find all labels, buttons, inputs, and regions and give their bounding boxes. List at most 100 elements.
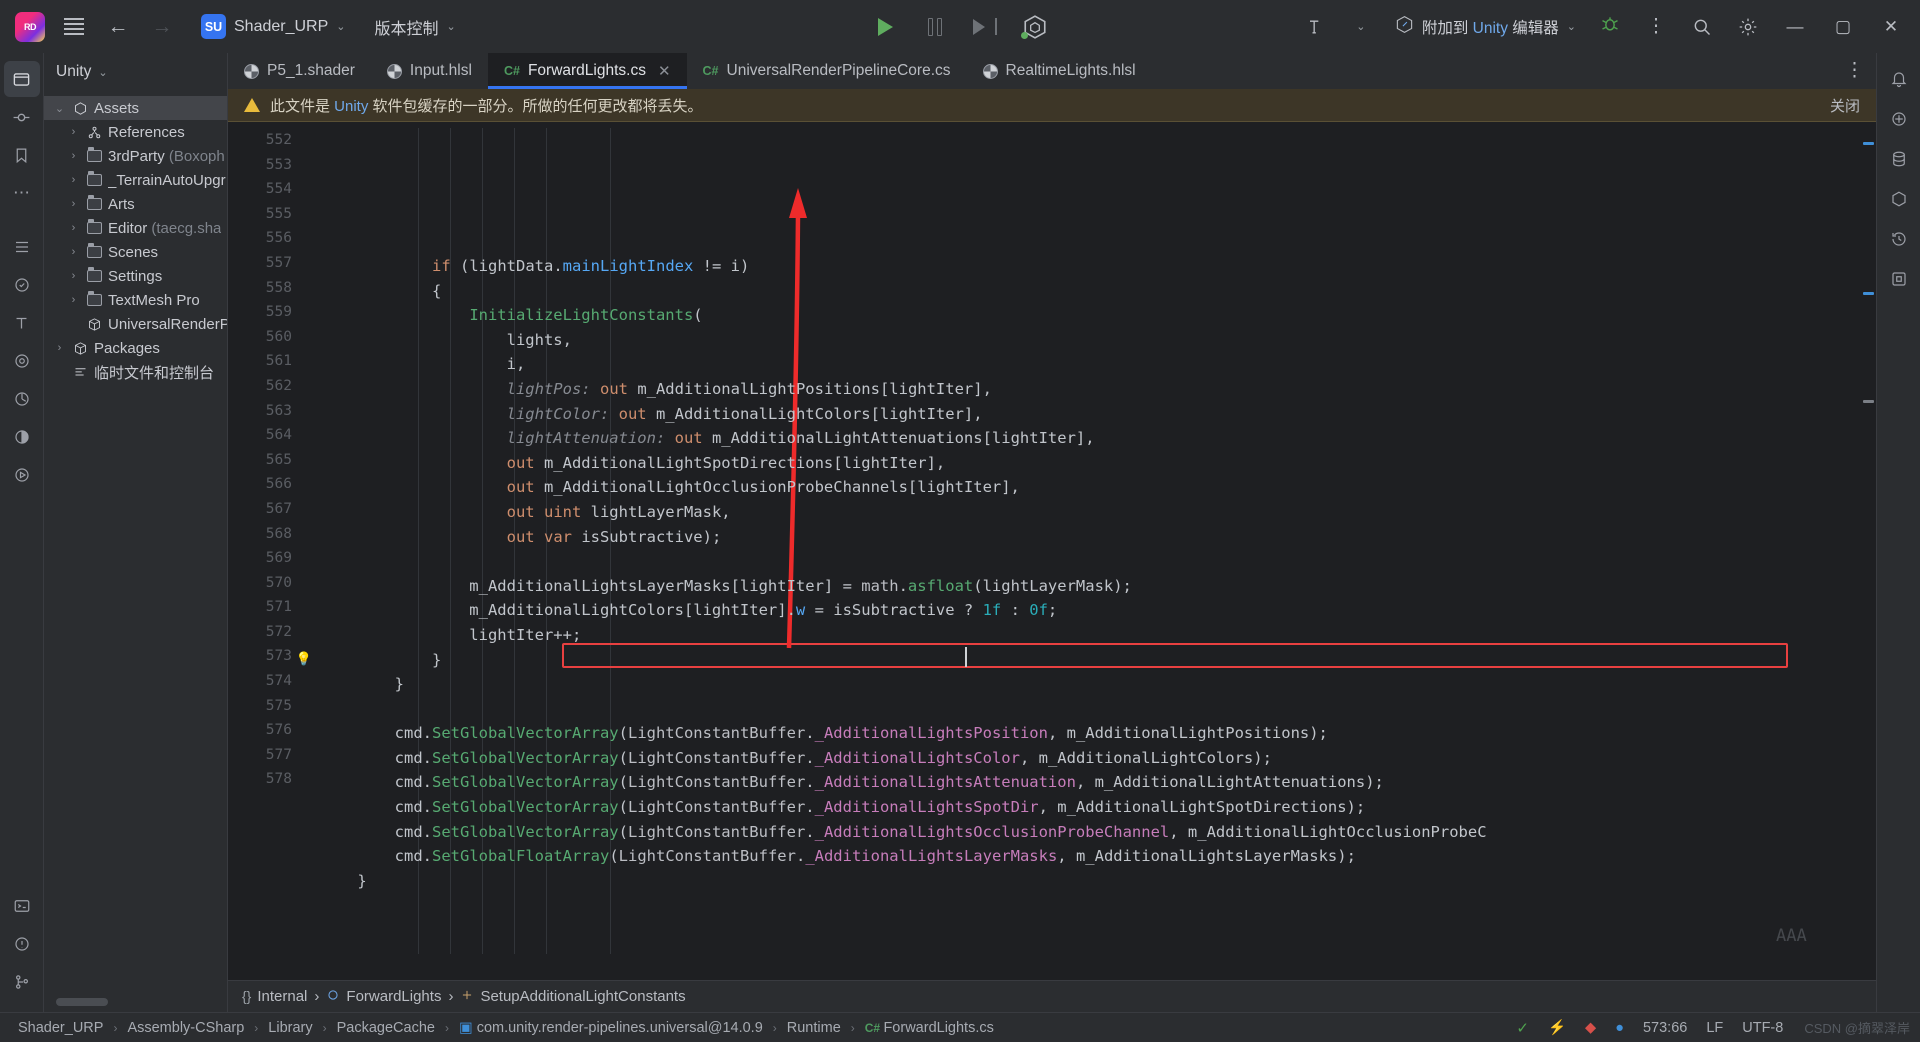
tree-item-scenes[interactable]: › Scenes bbox=[44, 240, 227, 264]
build-hammer-icon[interactable] bbox=[1293, 5, 1337, 49]
step-over-button[interactable] bbox=[963, 7, 1007, 47]
code-text[interactable]: AAA if (lightData.mainLightIndex != i) {… bbox=[314, 122, 1856, 980]
sidebar-item-run-panel[interactable] bbox=[4, 457, 40, 493]
run-button[interactable] bbox=[863, 7, 907, 47]
line-separator[interactable]: LF bbox=[1698, 1020, 1731, 1036]
line-number[interactable]: 576 bbox=[228, 718, 314, 743]
unity-attach-button[interactable] bbox=[1013, 7, 1057, 47]
tree-twisty-icon[interactable]: › bbox=[66, 198, 81, 210]
tree-twisty-icon[interactable]: ⌄ bbox=[52, 102, 67, 115]
line-number[interactable]: 561 bbox=[228, 349, 314, 374]
tree-item-3rdparty[interactable]: › 3rdParty (Boxoph bbox=[44, 144, 227, 168]
close-window-button[interactable]: ✕ bbox=[1868, 5, 1914, 49]
tab-forwardlights-cs[interactable]: C# ForwardLights.cs ✕ bbox=[487, 53, 687, 89]
tab-close-icon[interactable]: ✕ bbox=[658, 62, 671, 80]
sidebar-item-commit[interactable] bbox=[4, 99, 40, 135]
line-number[interactable]: 560 bbox=[228, 325, 314, 350]
code-line[interactable]: cmd.SetGlobalVectorArray(LightConstantBu… bbox=[314, 770, 1856, 795]
status-path-segment[interactable]: ▣ com.unity.render-pipelines.universal@1… bbox=[451, 1020, 771, 1036]
tree-twisty-icon[interactable]: › bbox=[66, 270, 81, 282]
line-number[interactable]: 574 bbox=[228, 669, 314, 694]
line-number[interactable]: 553 bbox=[228, 153, 314, 178]
rider-logo-icon[interactable]: RD bbox=[8, 5, 52, 49]
code-line[interactable]: cmd.SetGlobalVectorArray(LightConstantBu… bbox=[314, 721, 1856, 746]
tree-twisty-icon[interactable]: › bbox=[52, 342, 67, 354]
code-line[interactable]: cmd.SetGlobalVectorArray(LightConstantBu… bbox=[314, 795, 1856, 820]
code-line[interactable]: } bbox=[314, 672, 1856, 697]
breadcrumb-item-forwardlights[interactable]: ForwardLights bbox=[326, 988, 441, 1006]
sidebar-item-bookmarks[interactable] bbox=[4, 137, 40, 173]
file-encoding[interactable]: UTF-8 bbox=[1734, 1020, 1791, 1036]
line-number[interactable]: 563 bbox=[228, 399, 314, 424]
tree-item-_terrainautoupgr[interactable]: › _TerrainAutoUpgr bbox=[44, 168, 227, 192]
tab-input-hlsl[interactable]: Input.hlsl bbox=[371, 53, 488, 89]
attach-to-unity-button[interactable]: 附加到 Unity 编辑器 ⌄ bbox=[1385, 9, 1586, 45]
line-number[interactable]: 566 bbox=[228, 472, 314, 497]
tab-universalrenderpipelinecore-cs[interactable]: C# UniversalRenderPipelineCore.cs bbox=[687, 53, 967, 89]
code-line[interactable]: lightAttenuation: out m_AdditionalLightA… bbox=[314, 426, 1856, 451]
error-marker-icon[interactable]: ◆ bbox=[1577, 1020, 1604, 1036]
project-selector[interactable]: SU Shader_URP ⌄ bbox=[192, 9, 355, 44]
sidebar-item-unit-tests[interactable] bbox=[4, 267, 40, 303]
tree-twisty-icon[interactable]: › bbox=[66, 174, 81, 186]
tree-item-临时文件和控制台[interactable]: 临时文件和控制台 bbox=[44, 360, 227, 384]
warning-marker-icon[interactable]: ⚡ bbox=[1540, 1019, 1574, 1036]
marker-change[interactable] bbox=[1863, 400, 1874, 403]
code-line[interactable]: { bbox=[314, 279, 1856, 304]
code-line[interactable] bbox=[314, 697, 1856, 722]
line-number[interactable]: 558 bbox=[228, 276, 314, 301]
line-number[interactable]: 571 bbox=[228, 595, 314, 620]
tree-item-references[interactable]: › References bbox=[44, 120, 227, 144]
line-number[interactable]: 569 bbox=[228, 546, 314, 571]
tree-item-textmesh-pro[interactable]: › TextMesh Pro bbox=[44, 288, 227, 312]
marker-info[interactable] bbox=[1863, 142, 1874, 145]
status-path-segment[interactable]: Library bbox=[260, 1020, 320, 1036]
code-line[interactable]: lightColor: out m_AdditionalLightColors[… bbox=[314, 402, 1856, 427]
code-line[interactable]: out m_AdditionalLightSpotDirections[ligh… bbox=[314, 451, 1856, 476]
line-number[interactable]: 577 bbox=[228, 743, 314, 768]
inspection-status-icon[interactable]: ✓ bbox=[1508, 1019, 1537, 1037]
info-marker-icon[interactable]: ● bbox=[1607, 1020, 1632, 1036]
marker-info[interactable] bbox=[1863, 292, 1874, 295]
line-number-gutter[interactable]: 552 553 554 555 556 557 558 559 560 561 562 563 564 5… bbox=[228, 122, 314, 980]
build-options-chevron-icon[interactable]: ⌄ bbox=[1339, 5, 1383, 49]
nuget-icon[interactable] bbox=[1881, 261, 1917, 297]
line-number[interactable]: 556 bbox=[228, 226, 314, 251]
project-panel-header[interactable]: Unity ⌄ bbox=[44, 53, 227, 91]
forward-arrow-icon[interactable]: → bbox=[140, 5, 184, 49]
caret-position[interactable]: 573:66 bbox=[1635, 1020, 1695, 1036]
debug-button[interactable] bbox=[1588, 5, 1632, 49]
line-number[interactable]: 562 bbox=[228, 374, 314, 399]
notifications-icon[interactable] bbox=[1881, 61, 1917, 97]
code-line[interactable]: } bbox=[314, 869, 1856, 894]
code-line[interactable]: out uint lightLayerMask, bbox=[314, 500, 1856, 525]
status-path-segment[interactable]: Assembly-CSharp bbox=[119, 1020, 252, 1036]
code-line[interactable]: cmd.SetGlobalVectorArray(LightConstantBu… bbox=[314, 820, 1856, 845]
code-line[interactable]: } bbox=[314, 648, 1856, 673]
breadcrumb-item-setupadditionallightconstants[interactable]: SetupAdditionalLightConstants bbox=[460, 988, 686, 1006]
code-line[interactable]: out m_AdditionalLightOcclusionProbeChann… bbox=[314, 475, 1856, 500]
vcs-widget[interactable]: 版本控制 ⌄ bbox=[365, 10, 466, 44]
code-line[interactable]: lightIter++; bbox=[314, 623, 1856, 648]
line-number[interactable]: 554 bbox=[228, 177, 314, 202]
sidebar-item-project[interactable] bbox=[3, 61, 40, 97]
code-line[interactable]: out var isSubtractive); bbox=[314, 525, 1856, 550]
code-line[interactable]: m_AdditionalLightColors[lightIter].w = i… bbox=[314, 598, 1856, 623]
tree-item-packages[interactable]: › Packages bbox=[44, 336, 227, 360]
line-number[interactable]: 572 bbox=[228, 620, 314, 645]
sidebar-item-profiler[interactable] bbox=[4, 381, 40, 417]
ai-assistant-icon[interactable] bbox=[1881, 101, 1917, 137]
tree-item-arts[interactable]: › Arts bbox=[44, 192, 227, 216]
tree-twisty-icon[interactable]: › bbox=[66, 150, 81, 162]
maximize-button[interactable]: ▢ bbox=[1820, 5, 1866, 49]
sidebar-item-assembly-explorer[interactable] bbox=[4, 343, 40, 379]
sidebar-item-typography[interactable] bbox=[4, 305, 40, 341]
tab-overflow-button[interactable]: ⋮ bbox=[1845, 53, 1876, 89]
tree-twisty-icon[interactable]: › bbox=[66, 126, 81, 138]
plugins-icon[interactable] bbox=[1881, 181, 1917, 217]
back-arrow-icon[interactable]: ← bbox=[96, 5, 140, 49]
line-number[interactable]: 578 bbox=[228, 767, 314, 792]
minimize-button[interactable]: — bbox=[1772, 5, 1818, 49]
tree-twisty-icon[interactable]: › bbox=[66, 294, 81, 306]
code-line[interactable]: cmd.SetGlobalVectorArray(LightConstantBu… bbox=[314, 746, 1856, 771]
